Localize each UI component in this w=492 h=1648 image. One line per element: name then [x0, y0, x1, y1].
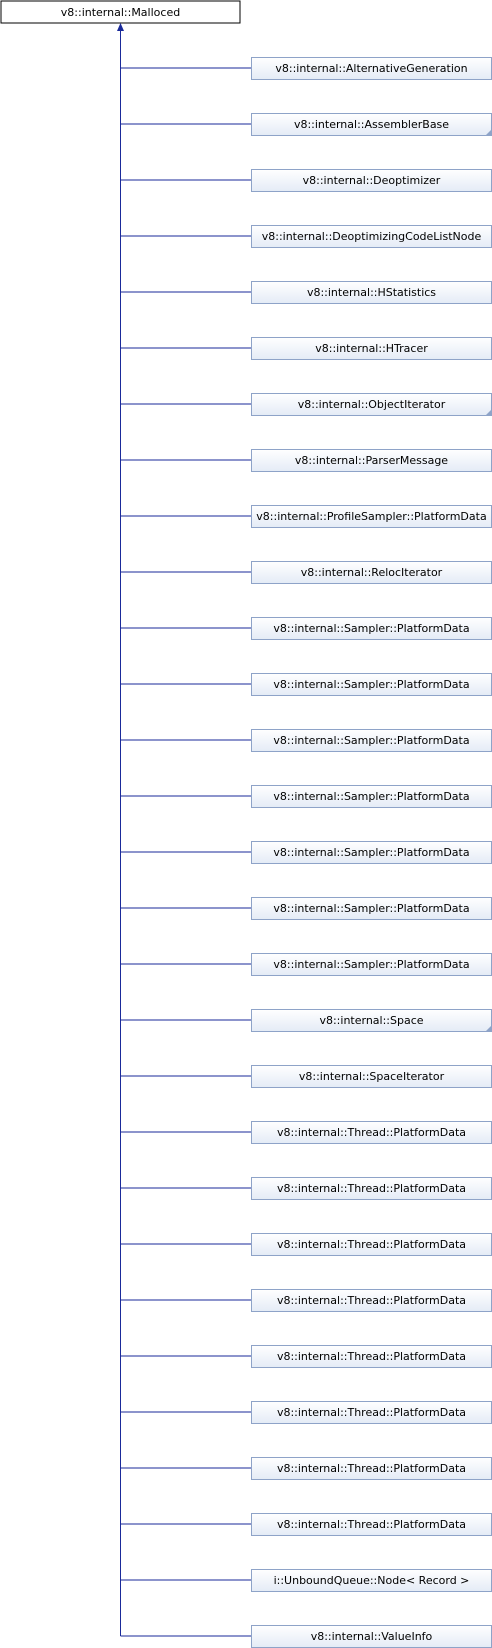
class-node-label: v8::internal::AlternativeGeneration — [275, 62, 467, 75]
class-node[interactable]: v8::internal::Space — [251, 1009, 492, 1032]
class-node-label: v8::internal::SpaceIterator — [299, 1070, 445, 1083]
class-node[interactable]: v8::internal::Thread::PlatformData — [251, 1233, 492, 1256]
class-node[interactable]: v8::internal::AlternativeGeneration — [251, 57, 492, 80]
class-node[interactable]: v8::internal::RelocIterator — [251, 561, 492, 584]
class-node-label: v8::internal::DeoptimizingCodeListNode — [262, 230, 482, 243]
class-node[interactable]: v8::internal::HTracer — [251, 337, 492, 360]
class-node-label: v8::internal::Sampler::PlatformData — [273, 790, 469, 803]
class-node-label: v8::internal::Sampler::PlatformData — [273, 958, 469, 971]
class-node-label: v8::internal::Sampler::PlatformData — [273, 622, 469, 635]
inheritance-arrowhead — [117, 23, 124, 31]
class-node[interactable]: v8::internal::Thread::PlatformData — [251, 1401, 492, 1424]
class-node[interactable]: v8::internal::Sampler::PlatformData — [251, 841, 492, 864]
class-node-label: v8::internal::Sampler::PlatformData — [273, 678, 469, 691]
class-node-label: v8::internal::ProfileSampler::PlatformDa… — [256, 510, 486, 523]
class-node-label: v8::internal::Sampler::PlatformData — [273, 902, 469, 915]
class-node[interactable]: v8::internal::Sampler::PlatformData — [251, 673, 492, 696]
class-node[interactable]: v8::internal::Sampler::PlatformData — [251, 785, 492, 808]
class-node-label: v8::internal::HTracer — [315, 342, 428, 355]
inheritance-diagram: v8::internal::Malloced v8::internal::Alt… — [0, 0, 492, 1648]
class-node[interactable]: v8::internal::Sampler::PlatformData — [251, 953, 492, 976]
class-node[interactable]: v8::internal::Sampler::PlatformData — [251, 897, 492, 920]
class-node[interactable]: v8::internal::ObjectIterator — [251, 393, 492, 416]
class-node-label: i::UnboundQueue::Node< Record > — [274, 1574, 470, 1587]
class-node-label: v8::internal::Thread::PlatformData — [277, 1350, 466, 1363]
class-node-label: v8::internal::Sampler::PlatformData — [273, 846, 469, 859]
class-node[interactable]: v8::internal::DeoptimizingCodeListNode — [251, 225, 492, 248]
class-node-label: v8::internal::ParserMessage — [295, 454, 448, 467]
class-node-label: v8::internal::Thread::PlatformData — [277, 1238, 466, 1251]
class-node-label: v8::internal::HStatistics — [307, 286, 436, 299]
class-node-label: v8::internal::RelocIterator — [301, 566, 443, 579]
class-node-label: v8::internal::ValueInfo — [311, 1630, 433, 1643]
class-node-label: v8::internal::Thread::PlatformData — [277, 1406, 466, 1419]
class-node-label: v8::internal::ObjectIterator — [298, 398, 446, 411]
class-node[interactable]: v8::internal::ValueInfo — [251, 1625, 492, 1648]
class-node-label: v8::internal::AssemblerBase — [294, 118, 449, 131]
class-node[interactable]: v8::internal::AssemblerBase — [251, 113, 492, 136]
class-node-label: v8::internal::Space — [319, 1014, 423, 1027]
class-node-label: v8::internal::Thread::PlatformData — [277, 1518, 466, 1531]
class-node-label: v8::internal::Deoptimizer — [303, 174, 441, 187]
class-node[interactable]: v8::internal::Thread::PlatformData — [251, 1457, 492, 1480]
class-node-label: v8::internal::Thread::PlatformData — [277, 1294, 466, 1307]
class-node[interactable]: v8::internal::Deoptimizer — [251, 169, 492, 192]
class-node[interactable]: v8::internal::Thread::PlatformData — [251, 1513, 492, 1536]
class-node[interactable]: v8::internal::HStatistics — [251, 281, 492, 304]
class-node[interactable]: v8::internal::Thread::PlatformData — [251, 1177, 492, 1200]
class-node[interactable]: v8::internal::Sampler::PlatformData — [251, 729, 492, 752]
class-node-label: v8::internal::Sampler::PlatformData — [273, 734, 469, 747]
class-node-label: v8::internal::Thread::PlatformData — [277, 1462, 466, 1475]
root-node[interactable]: v8::internal::Malloced — [0, 0, 241, 24]
class-node[interactable]: i::UnboundQueue::Node< Record > — [251, 1569, 492, 1592]
inheritance-edges — [117, 23, 251, 1637]
root-node-label: v8::internal::Malloced — [61, 6, 180, 19]
class-node[interactable]: v8::internal::ProfileSampler::PlatformDa… — [251, 505, 492, 528]
class-node[interactable]: v8::internal::ParserMessage — [251, 449, 492, 472]
class-node[interactable]: v8::internal::Thread::PlatformData — [251, 1289, 492, 1312]
class-node-label: v8::internal::Thread::PlatformData — [277, 1182, 466, 1195]
class-node[interactable]: v8::internal::SpaceIterator — [251, 1065, 492, 1088]
derived-class-nodes: v8::internal::AlternativeGenerationv8::i… — [251, 57, 492, 1648]
class-node[interactable]: v8::internal::Thread::PlatformData — [251, 1345, 492, 1368]
class-node[interactable]: v8::internal::Thread::PlatformData — [251, 1121, 492, 1144]
class-node[interactable]: v8::internal::Sampler::PlatformData — [251, 617, 492, 640]
class-node-label: v8::internal::Thread::PlatformData — [277, 1126, 466, 1139]
